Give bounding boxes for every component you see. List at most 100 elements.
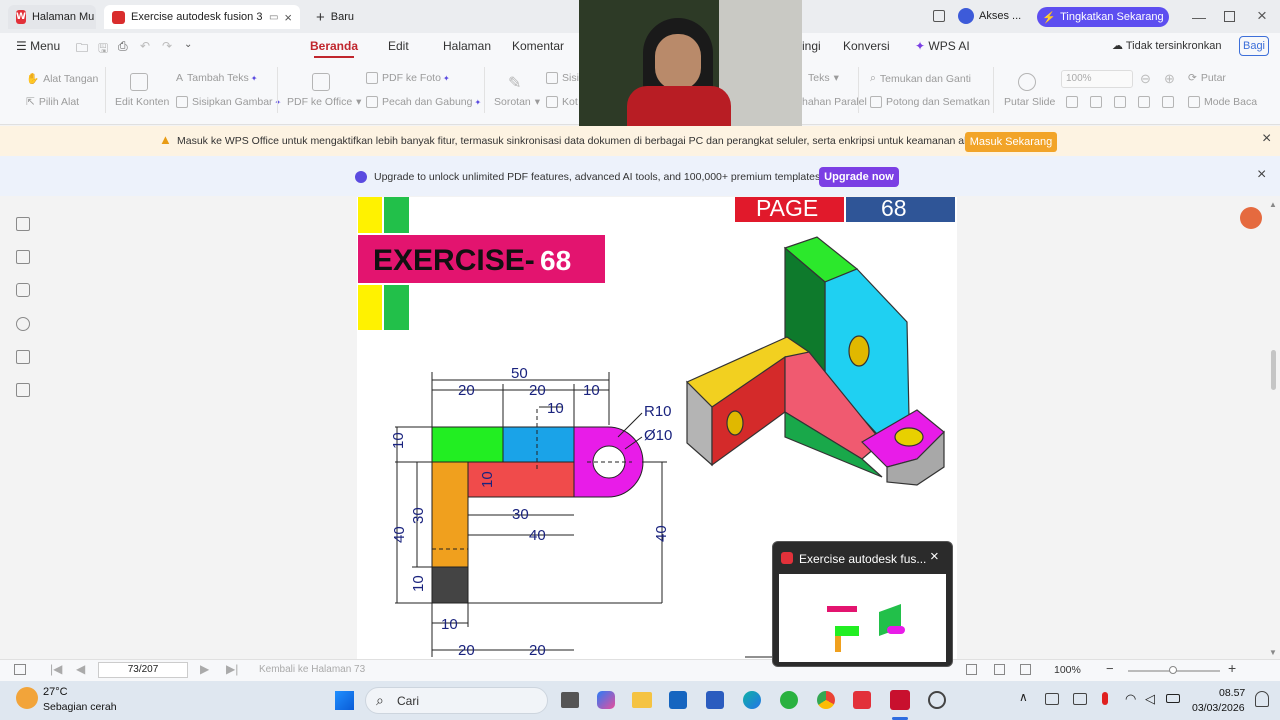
undo-icon[interactable]: ↶ [140, 39, 150, 53]
comment-icon[interactable] [16, 283, 30, 297]
crop-fit-button[interactable]: Potong dan Sematkan [870, 96, 990, 108]
volume-icon[interactable]: ◁ [1145, 691, 1155, 707]
view-mode-icon[interactable] [966, 664, 977, 675]
tab-beranda[interactable]: Beranda [310, 39, 358, 53]
blue-app-icon[interactable] [669, 691, 687, 709]
sisi-button[interactable]: Sisi [546, 72, 579, 84]
notification-icon[interactable] [1255, 691, 1269, 707]
status-zoom-value[interactable]: 100% [1054, 664, 1081, 676]
add-text-button[interactable]: A Tambah Teks ✦ [176, 72, 257, 84]
preview-close-icon[interactable]: × [930, 548, 939, 565]
play-slide-button[interactable]: Putar Slide [1004, 96, 1055, 108]
clock-date[interactable]: 03/03/2026 [1192, 702, 1245, 714]
fit-width-icon[interactable] [1114, 96, 1126, 108]
find-replace-button[interactable]: ⌕ Temukan dan Ganti [870, 72, 971, 85]
sync-status[interactable]: ☁ Tidak tersinkronkan [1112, 39, 1221, 52]
rotate-button[interactable]: ⟳ Putar [1188, 72, 1226, 84]
tray-app-icon[interactable] [1073, 693, 1087, 705]
thumbnail-icon[interactable] [16, 250, 30, 264]
print-icon[interactable]: ⎙ [118, 39, 128, 54]
back-to-page-link[interactable]: Kembali ke Halaman 73 [259, 664, 365, 675]
close-window-icon[interactable]: × [1257, 6, 1267, 26]
solidworks-icon[interactable] [890, 690, 910, 710]
edit-content-button[interactable]: Edit Konten [115, 96, 169, 108]
login-now-button[interactable]: Masuk Sekarang [965, 132, 1057, 152]
tab-lindungi[interactable]: ingi [802, 39, 821, 53]
tray-app-icon[interactable] [1045, 693, 1059, 705]
pdf-to-photo-button[interactable]: PDF ke Foto ✦ [366, 72, 450, 84]
fit-icon[interactable] [994, 664, 1005, 675]
split-merge-button[interactable]: Pecah dan Gabung ✦ [366, 96, 481, 108]
whatsapp-icon[interactable] [780, 691, 798, 709]
highlight-button[interactable]: Sorotan ▾ [494, 96, 540, 108]
sidebar-toggle-icon[interactable] [14, 664, 26, 675]
scroll-down-icon[interactable]: ▼ [1269, 648, 1277, 657]
account-button[interactable]: Akses ... [958, 8, 1021, 24]
close-notice-icon[interactable]: × [1262, 130, 1271, 148]
window-icon[interactable] [933, 10, 945, 22]
single-page-icon[interactable] [1066, 96, 1078, 108]
first-page-icon[interactable]: |◀ [50, 662, 62, 676]
zoom-slider-thumb[interactable] [1169, 666, 1177, 674]
menu-button[interactable]: ☰ Menu [16, 39, 60, 53]
task-view-icon[interactable] [561, 692, 579, 708]
word-icon[interactable] [706, 691, 724, 709]
page-view-icon[interactable] [1020, 664, 1031, 675]
file-explorer-icon[interactable] [632, 692, 652, 708]
tab-home[interactable]: W Halaman Mu [8, 5, 96, 29]
wps-taskbar-icon[interactable] [853, 691, 871, 709]
tab-wps-ai[interactable]: ✦ WPS AI [915, 39, 970, 53]
bookmark-icon[interactable] [16, 217, 30, 231]
tab-document[interactable]: Exercise autodesk fusion 360.p ▭ × [104, 5, 300, 29]
screen-record-icon[interactable] [928, 691, 946, 709]
last-page-icon[interactable]: ▶| [226, 662, 238, 676]
tab-halaman[interactable]: Halaman [443, 39, 491, 53]
wifi-icon[interactable]: ◠ [1125, 691, 1136, 707]
clock-time[interactable]: 08.57 [1219, 687, 1245, 699]
edge-icon[interactable] [743, 691, 761, 709]
continuous-icon[interactable] [1138, 96, 1150, 108]
copilot-icon[interactable] [597, 691, 615, 709]
insert-image-button[interactable]: Sisipkan Gambar✦ [176, 96, 281, 108]
zoom-select[interactable]: 100% [1061, 70, 1133, 88]
weather-desc[interactable]: Sebagian cerah [43, 701, 117, 713]
hand-tool-button[interactable]: ✋ Alat Tangan [26, 72, 98, 86]
tab-konversi[interactable]: Konversi [843, 39, 890, 53]
battery-icon[interactable] [1166, 694, 1180, 703]
restore-icon[interactable] [1224, 11, 1235, 22]
zoom-in-icon[interactable]: ⊕ [1164, 71, 1175, 87]
zoom-out-icon[interactable]: ⊖ [1140, 71, 1151, 87]
ai-assistant-icon[interactable] [1240, 207, 1262, 229]
layers-icon[interactable] [16, 383, 30, 397]
page-input[interactable]: 73/207 [98, 662, 188, 678]
chrome-icon[interactable] [817, 691, 835, 709]
folder-icon[interactable]: 🗀 [76, 39, 88, 60]
taskbar-preview-popup[interactable]: Exercise autodesk fus... × [772, 541, 953, 667]
microphone-icon[interactable] [1102, 692, 1108, 705]
attachment-icon[interactable] [16, 317, 30, 331]
new-tab-button[interactable]: + Baru [308, 5, 368, 29]
upgrade-now-button[interactable]: ⚡ Tingkatkan Sekarang [1037, 7, 1169, 27]
two-page-icon[interactable] [1162, 96, 1174, 108]
scroll-up-icon[interactable]: ▲ [1269, 200, 1277, 209]
zoom-in-status-icon[interactable]: + [1228, 660, 1236, 676]
scrollbar[interactable] [1271, 350, 1276, 390]
teks-button[interactable]: Teks ▾ [808, 72, 839, 84]
prev-page-icon[interactable]: ◀ [76, 662, 85, 676]
weather-temp[interactable]: 27°C [43, 686, 68, 698]
close-tab-icon[interactable]: × [284, 10, 292, 25]
upgrade-now-banner-button[interactable]: Upgrade now [819, 167, 899, 187]
select-tool-button[interactable]: ⇱ Pilih Alat [26, 96, 79, 108]
taskbar-search[interactable]: ⌕ Cari [365, 687, 548, 714]
tab-komentar[interactable]: Komentar [512, 39, 564, 53]
chevron-down-icon[interactable]: ⌄ [184, 39, 192, 50]
signature-icon[interactable] [16, 350, 30, 364]
read-mode-button[interactable]: Mode Baca [1188, 96, 1257, 108]
pdf-to-office-button[interactable]: PDF ke Office ▾ [287, 96, 361, 108]
share-button[interactable]: Bagi [1239, 36, 1269, 56]
tray-chevron-icon[interactable]: ∧ [1019, 690, 1028, 704]
minimize-icon[interactable]: — [1192, 9, 1206, 25]
zoom-out-status-icon[interactable]: − [1106, 661, 1114, 676]
close-banner-icon[interactable]: × [1257, 166, 1266, 184]
tab-edit[interactable]: Edit [388, 39, 409, 53]
